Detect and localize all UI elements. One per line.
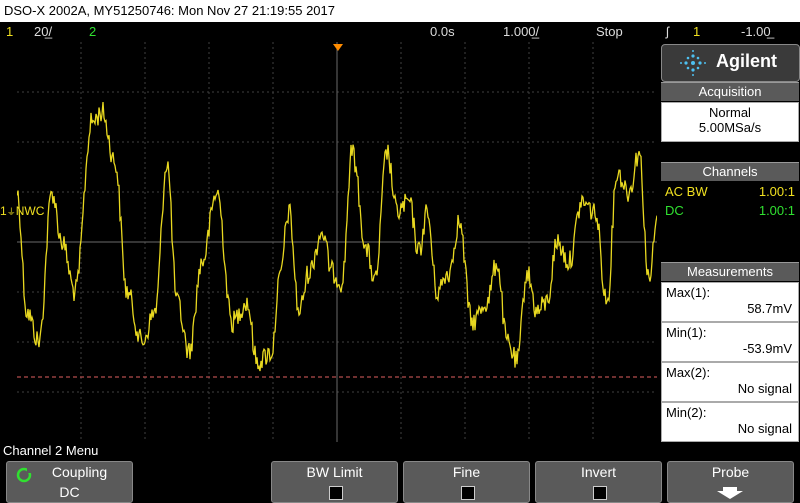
channels-header: Channels (661, 162, 799, 181)
timebase: 1.000̲/ (503, 24, 540, 39)
bw-limit-label: BW Limit (306, 464, 363, 480)
ch1-scale: 20̲/ (34, 24, 53, 39)
measurement-value: -53.9mV (742, 341, 792, 356)
measurement-min-1[interactable]: Min(1): -53.9mV (661, 322, 799, 362)
measurement-max-2[interactable]: Max(2): No signal (661, 362, 799, 402)
side-panel: Agilent Acquisition Normal 5.00MSa/s Cha… (660, 44, 800, 442)
coupling-softkey[interactable]: Coupling DC (6, 461, 133, 503)
ch1-number[interactable]: 1 (6, 24, 13, 39)
trigger-level: -1.00̲ (741, 24, 771, 39)
coupling-value: DC (59, 484, 80, 500)
channel-1-coupling: AC BW (665, 184, 708, 199)
window-title: DSO-X 2002A, MY51250746: Mon Nov 27 21:1… (4, 3, 335, 18)
bw-limit-checkbox[interactable] (328, 486, 343, 500)
fine-softkey[interactable]: Fine (403, 461, 530, 503)
waveform-display[interactable] (16, 42, 658, 442)
run-state: Stop (596, 24, 623, 39)
invert-checkbox[interactable] (592, 486, 607, 500)
status-bar: 1 20̲/ 2 0.0s 1.000̲/ Stop ʃ 1 -1.00̲ (0, 22, 800, 42)
trigger-edge-icon: ʃ (666, 24, 669, 39)
menu-title: Channel 2 Menu (3, 443, 99, 458)
spark-icon (680, 50, 706, 76)
invert-softkey[interactable]: Invert (535, 461, 662, 503)
ch1-marker-label: NWC (15, 204, 45, 218)
ch1-marker-num: 1 (0, 204, 7, 218)
sample-rate: 5.00MSa/s (698, 120, 762, 135)
channels-box[interactable]: AC BW 1.00:1 DC 1.00:1 (661, 182, 799, 224)
brand-name: Agilent (716, 51, 777, 71)
fine-checkbox[interactable] (460, 486, 475, 500)
coupling-label: Coupling (51, 464, 108, 480)
bw-limit-softkey[interactable]: BW Limit (271, 461, 398, 503)
measurement-label: Min(1): (666, 325, 707, 340)
measurement-label: Max(2): (666, 365, 711, 380)
probe-label: Probe (711, 464, 750, 480)
invert-label: Invert (580, 464, 616, 480)
acquisition-mode: Normal (709, 105, 751, 120)
title-bar: DSO-X 2002A, MY51250746: Mon Nov 27 21:1… (0, 0, 800, 22)
ch2-number[interactable]: 2 (89, 24, 96, 39)
measurement-label: Min(2): (666, 405, 707, 420)
channel-2-probe-ratio: 1.00:1 (758, 203, 795, 218)
channel-1-ground-marker: 1⏚NWC (0, 204, 44, 218)
acquisition-header: Acquisition (661, 82, 799, 101)
time-offset: 0.0s (430, 24, 455, 39)
measurement-max-1[interactable]: Max(1): 58.7mV (661, 282, 799, 322)
agilent-logo: Agilent (661, 44, 800, 82)
acquisition-box[interactable]: Normal 5.00MSa/s (661, 102, 799, 142)
probe-softkey[interactable]: Probe (667, 461, 794, 503)
fine-label: Fine (452, 464, 481, 480)
measurements-header: Measurements (661, 262, 799, 281)
measurement-value: No signal (737, 421, 792, 436)
measurement-value: 58.7mV (747, 301, 792, 316)
measurement-min-2[interactable]: Min(2): No signal (661, 402, 799, 442)
measurement-label: Max(1): (666, 285, 711, 300)
measurement-value: No signal (737, 381, 792, 396)
submenu-arrow-icon (717, 487, 743, 499)
trigger-channel: 1 (693, 24, 701, 39)
channel-1-probe-ratio: 1.00:1 (758, 184, 795, 199)
graticule (16, 42, 658, 442)
ground-icon: ⏚ (6, 207, 16, 217)
channel-2-coupling: DC (665, 203, 684, 218)
